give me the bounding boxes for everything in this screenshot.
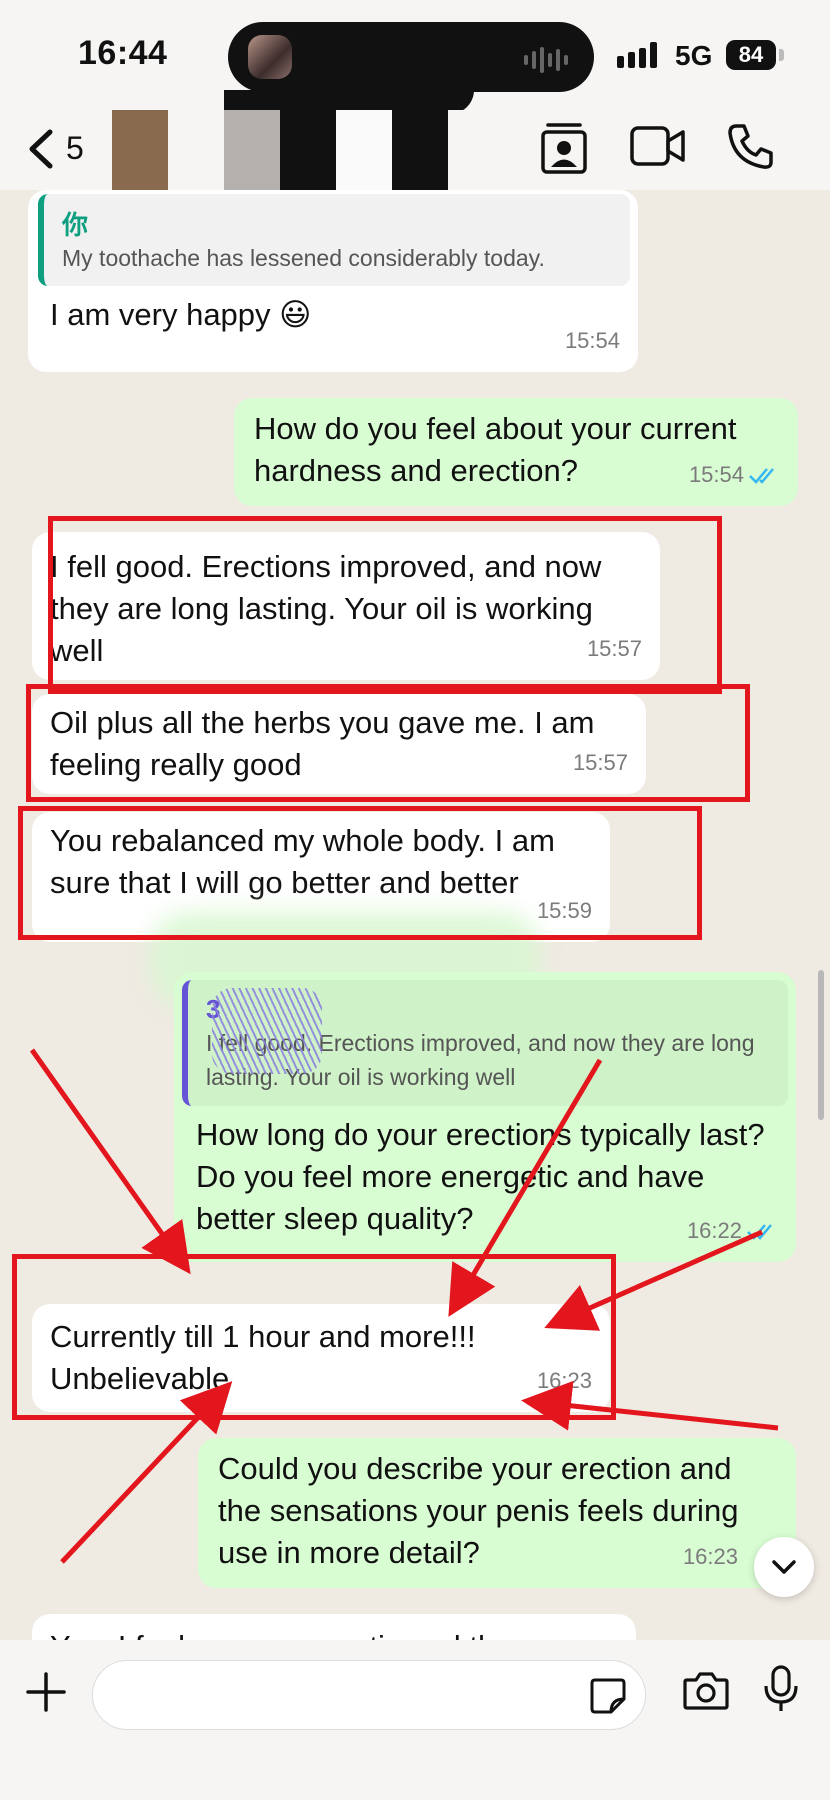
plus-icon bbox=[26, 1672, 66, 1712]
composer-bar bbox=[0, 1640, 830, 1800]
sticker-icon bbox=[590, 1678, 626, 1714]
camera-icon bbox=[683, 1672, 729, 1710]
sticker-button[interactable] bbox=[589, 1677, 627, 1720]
arrow bbox=[544, 1229, 764, 1331]
camera-button[interactable] bbox=[683, 1670, 729, 1715]
arrow bbox=[448, 1058, 603, 1317]
arrow bbox=[60, 1381, 233, 1564]
annotation-arrows bbox=[29, 1048, 779, 1564]
voice-message-button[interactable] bbox=[763, 1664, 799, 1719]
arrow bbox=[521, 1380, 779, 1431]
microphone-icon bbox=[764, 1665, 798, 1711]
attach-button[interactable] bbox=[24, 1670, 68, 1719]
message-input[interactable] bbox=[92, 1660, 646, 1730]
arrow bbox=[29, 1048, 191, 1275]
